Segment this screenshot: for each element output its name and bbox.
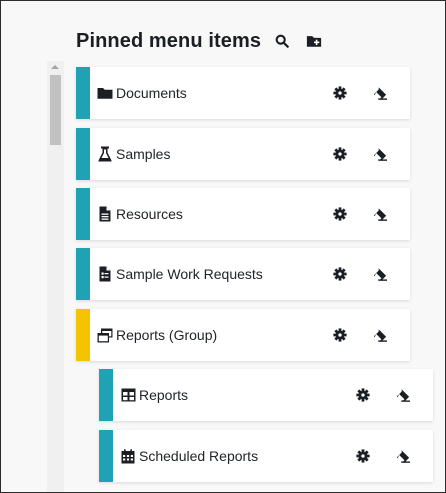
item-accent-bar [76, 248, 90, 300]
remove-button[interactable] [370, 325, 390, 345]
remove-button[interactable] [370, 264, 390, 284]
settings-button[interactable] [330, 83, 350, 103]
remove-button[interactable] [370, 83, 390, 103]
pinned-item-documents[interactable]: Documents [76, 67, 410, 119]
eraser-icon [373, 87, 387, 100]
pinned-item-samples[interactable]: Samples [76, 128, 410, 180]
eraser-icon [373, 208, 387, 221]
remove-button[interactable] [393, 385, 413, 405]
file-request-icon [99, 266, 111, 282]
gear-icon [333, 267, 347, 281]
search-icon [275, 34, 289, 48]
item-label: Reports (Group) [116, 327, 218, 343]
pinned-menu-panel: Pinned menu items Documents Samples Reso… [0, 0, 446, 493]
settings-button[interactable] [330, 204, 350, 224]
eraser-icon [396, 450, 410, 463]
settings-button[interactable] [353, 446, 373, 466]
scroll-up-arrow[interactable] [51, 65, 59, 69]
settings-button[interactable] [330, 144, 350, 164]
item-label: Scheduled Reports [139, 448, 259, 464]
item-label: Samples [116, 146, 171, 162]
folder-plus-icon [306, 36, 322, 47]
pinned-item-scheduled-reports[interactable]: Scheduled Reports [99, 430, 433, 482]
pinned-item-sample-work-requests[interactable]: Sample Work Requests [76, 248, 410, 300]
search-button[interactable] [271, 30, 293, 52]
item-accent-bar [76, 67, 90, 119]
item-accent-bar [99, 369, 113, 421]
gear-icon [333, 147, 347, 161]
settings-button[interactable] [330, 264, 350, 284]
windows-icon [97, 328, 113, 342]
calendar-icon [121, 448, 135, 463]
add-folder-button[interactable] [303, 30, 325, 52]
folder-icon [97, 88, 113, 99]
gear-icon [333, 86, 347, 100]
item-accent-bar [99, 430, 113, 482]
remove-button[interactable] [370, 144, 390, 164]
item-accent-bar [76, 309, 90, 361]
pinned-item-resources[interactable]: Resources [76, 188, 410, 240]
eraser-icon [396, 389, 410, 402]
gear-icon [333, 328, 347, 342]
item-label: Resources [116, 206, 183, 222]
file-icon [99, 206, 111, 222]
table-icon [121, 388, 135, 402]
gear-icon [333, 207, 347, 221]
settings-button[interactable] [330, 325, 350, 345]
eraser-icon [373, 268, 387, 281]
panel-title: Pinned menu items [76, 29, 262, 52]
gear-icon [356, 449, 370, 463]
item-accent-bar [76, 188, 90, 240]
vertical-scrollbar[interactable] [47, 61, 64, 492]
item-label: Reports [139, 387, 189, 403]
item-label: Documents [116, 85, 187, 101]
panel-header: Pinned menu items [76, 25, 325, 57]
settings-button[interactable] [353, 385, 373, 405]
item-accent-bar [76, 128, 90, 180]
remove-button[interactable] [393, 446, 413, 466]
eraser-icon [373, 148, 387, 161]
eraser-icon [373, 329, 387, 342]
item-label: Sample Work Requests [116, 266, 263, 282]
scroll-thumb[interactable] [50, 75, 61, 145]
gear-icon [356, 388, 370, 402]
remove-button[interactable] [370, 204, 390, 224]
pinned-item-reports[interactable]: Reports [99, 369, 433, 421]
flask-icon [98, 146, 112, 162]
pinned-group-reports[interactable]: Reports (Group) [76, 309, 410, 361]
